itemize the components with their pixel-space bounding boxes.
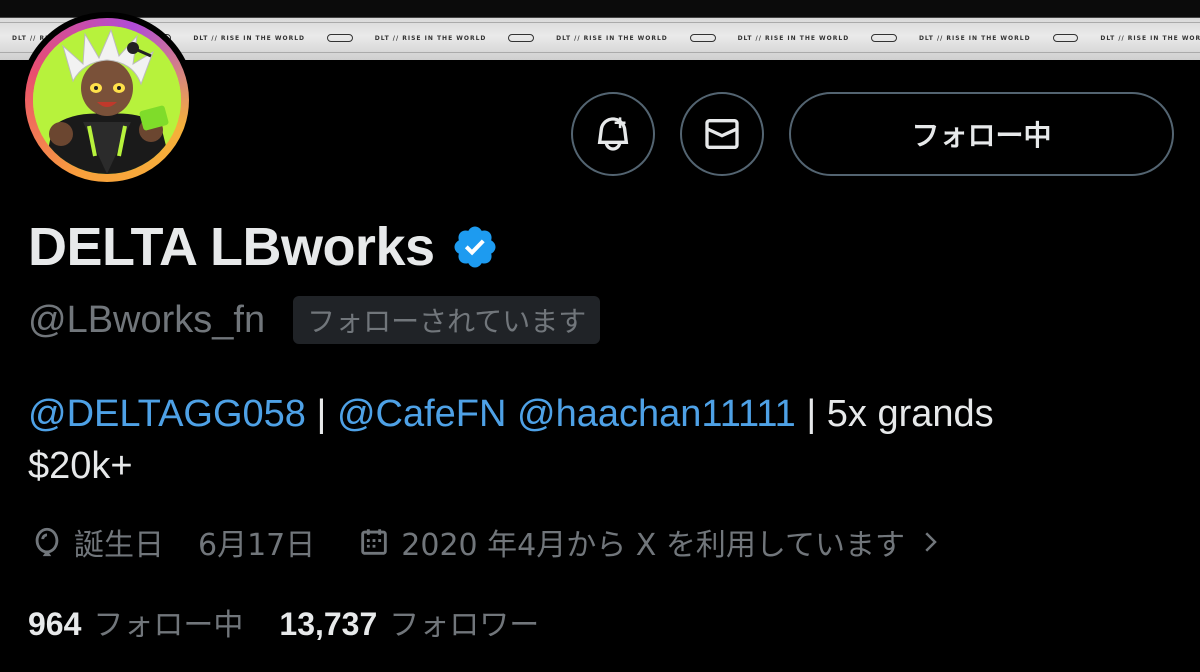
birthday-item: 誕生日 [30,520,164,564]
banner-pill [871,34,897,42]
notify-button[interactable] [571,92,655,176]
profile-bio: @DELTAGG058 | @CafeFN @haachan11111 | 5x… [28,388,1178,492]
verified-badge-icon[interactable] [451,223,499,271]
banner-pill [327,34,353,42]
banner-divider [0,22,1200,23]
banner-text: DLT // RISE IN THE WORLD [737,34,850,42]
following-count: 964 [28,606,82,642]
display-name: DELTA LBworks [28,217,435,277]
birthday-label: 誕生日 [74,528,164,563]
profile-name-row: DELTA LBworks [28,216,499,278]
followers-label: フォロワー [389,608,540,643]
followers-stat[interactable]: 13,737 フォロワー [279,600,539,644]
bio-text [506,393,517,435]
avatar[interactable] [19,12,195,188]
bio-mention-link[interactable]: @haachan11111 [517,393,796,435]
banner-text: DLT // RISE IN THE WORLD [556,34,668,42]
birthday-value: 6月17日 [198,528,316,563]
calendar-icon [361,529,388,555]
banner-text: DLT // RISE IN THE WORLD [193,34,306,42]
message-button[interactable] [680,92,764,176]
joined-item[interactable]: 2020 年4月から X を利用しています [357,520,945,564]
banner-dark-band [0,0,1200,18]
profile-stats: 964 フォロー中 13,737 フォロワー [28,600,539,644]
banner-text: DLT // RISE IN THE WORLD [1100,34,1200,42]
banner-text: DLT // RISE IN THE WORLD [374,34,487,42]
bio-text: | 5x grands [795,393,994,435]
bio-mention-link[interactable]: @CafeFN [337,393,507,435]
bio-text: $20k+ [28,445,133,487]
follows-you-badge: フォローされています [293,296,601,344]
banner-text-strip: DLT // RISE IN THE WORLD DLT // RISE IN … [0,30,1200,46]
envelope-icon [705,119,739,149]
chevron-right-icon [925,532,937,552]
bio-text: | [305,393,337,435]
bio-mention-link[interactable]: @DELTAGG058 [28,393,306,435]
avatar-illustration [33,26,181,174]
profile-meta: 誕生日 6月17日 2020 年4月から X を利用しています [30,520,945,564]
following-button[interactable]: フォロー中 [789,92,1174,176]
banner-pill [1052,34,1079,42]
username-handle: @LBworks_fn [28,298,266,341]
banner-pill [689,34,716,42]
handle-row: @LBworks_fn フォローされています [28,296,601,344]
bell-plus-icon [597,117,629,151]
banner-text: DLT // RISE IN THE WORLD [918,34,1031,42]
balloon-icon [35,527,59,557]
banner-pill [508,34,535,42]
followers-count: 13,737 [279,606,378,642]
following-label: フォロー中 [93,608,244,643]
following-stat[interactable]: 964 フォロー中 [28,600,243,644]
avatar-image [33,26,181,174]
joined-date: 2020 年4月から X を利用しています [401,528,905,563]
